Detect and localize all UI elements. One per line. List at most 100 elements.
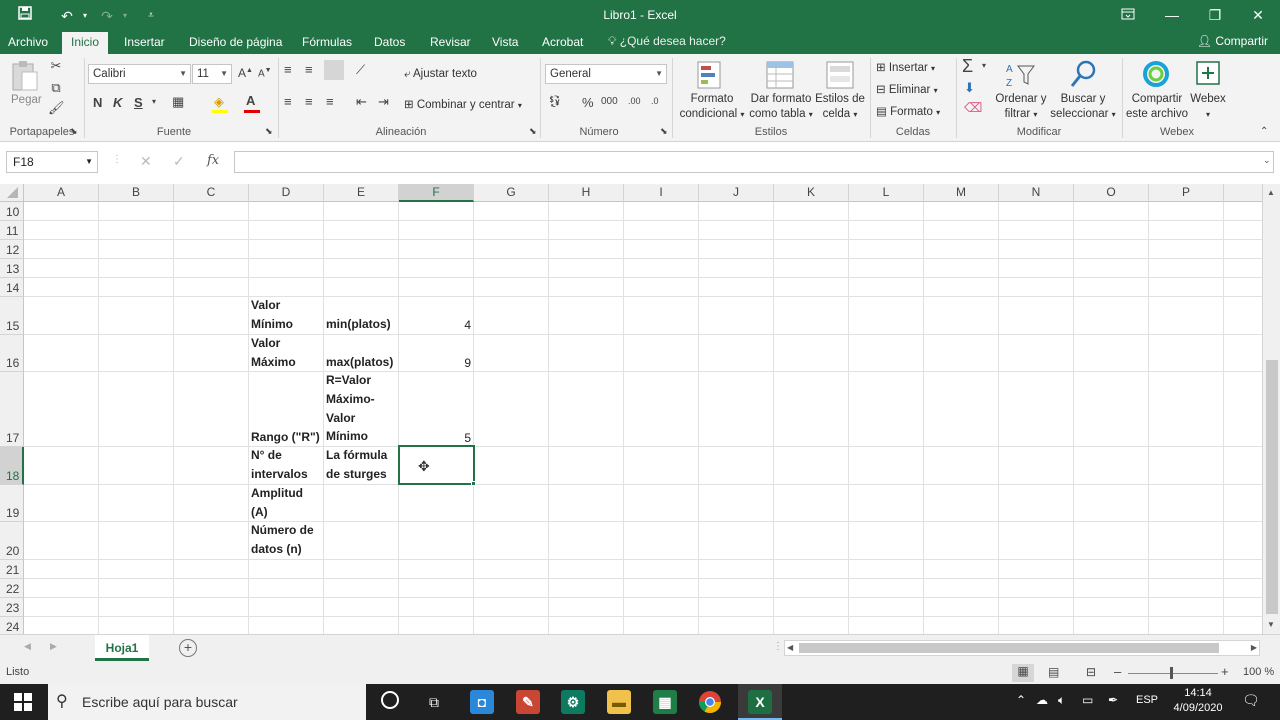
cell-e17[interactable]: R=Valor Máximo- Valor Mínimo: [324, 371, 398, 446]
cell-f15[interactable]: 4: [399, 318, 474, 332]
align-left-icon[interactable]: ≡: [284, 94, 292, 109]
row-header-14[interactable]: 14: [0, 278, 24, 297]
language-indicator[interactable]: ESP: [1136, 694, 1158, 706]
italic-button[interactable]: K: [113, 95, 122, 110]
scroll-left-icon[interactable]: ◀: [787, 641, 793, 655]
name-box[interactable]: F18 ▼: [6, 151, 98, 173]
column-header-k[interactable]: K: [774, 184, 849, 202]
format-cells-button[interactable]: ▤ Formato ▾: [876, 104, 940, 118]
align-top-icon[interactable]: ≡: [284, 62, 292, 77]
webex-add-icon[interactable]: [1195, 60, 1221, 89]
increase-decimal-icon[interactable]: .00: [628, 96, 641, 106]
bold-button[interactable]: N: [93, 95, 102, 110]
column-header-m[interactable]: M: [924, 184, 999, 202]
zoom-level[interactable]: 100 %: [1243, 666, 1274, 678]
column-header-o[interactable]: O: [1074, 184, 1149, 202]
column-header-d[interactable]: D: [249, 184, 324, 202]
share-file-icon[interactable]: [1142, 60, 1170, 91]
column-header-h[interactable]: H: [549, 184, 624, 202]
delete-cells-button[interactable]: ⊟ Eliminar ▾: [876, 82, 938, 96]
row-header-20[interactable]: 20: [0, 522, 24, 560]
normal-view-icon[interactable]: ▦: [1012, 664, 1034, 682]
cell-f17[interactable]: 5: [399, 431, 474, 445]
font-launcher-icon[interactable]: ⬊: [265, 126, 273, 137]
row-header-23[interactable]: 23: [0, 598, 24, 617]
scroll-up-icon[interactable]: ▲: [1267, 188, 1275, 197]
format-as-table-icon[interactable]: [766, 60, 796, 93]
copy-icon[interactable]: ⧉: [48, 80, 64, 96]
paste-icon[interactable]: [10, 60, 42, 96]
page-layout-view-icon[interactable]: ▤: [1048, 665, 1059, 679]
ribbon-display-options-icon[interactable]: [1106, 0, 1150, 30]
row-header-16[interactable]: 16: [0, 335, 24, 372]
grow-font-icon[interactable]: A▲: [238, 66, 253, 80]
cell-d19[interactable]: Amplitud (A): [249, 484, 323, 522]
webex-button[interactable]: Webex ▾: [1188, 92, 1228, 122]
display-icon[interactable]: ▭: [1082, 693, 1093, 707]
confirm-entry-icon[interactable]: ✓: [173, 153, 185, 170]
clock[interactable]: 14:14 4/09/2020: [1166, 686, 1230, 716]
page-break-view-icon[interactable]: ⊟: [1086, 665, 1096, 679]
zoom-out-icon[interactable]: –: [1114, 664, 1121, 679]
font-color-icon[interactable]: A: [246, 93, 255, 108]
app-paint-icon[interactable]: ✎: [516, 690, 540, 714]
collapse-ribbon-icon[interactable]: ⌃: [1260, 126, 1268, 137]
share-button[interactable]: 👤︎ Compartir: [1197, 34, 1268, 48]
cell-styles-button[interactable]: Estilos de celda ▾: [812, 92, 868, 122]
share-file-button[interactable]: Compartir este archivo: [1124, 92, 1190, 122]
row-header-15[interactable]: 15: [0, 297, 24, 335]
number-format-combo[interactable]: General ▼: [545, 64, 667, 84]
tab-acrobat[interactable]: Acrobat: [534, 32, 591, 54]
column-header-i[interactable]: I: [624, 184, 699, 202]
alignment-launcher-icon[interactable]: ⬊: [529, 126, 537, 137]
taskbar-search-box[interactable]: ⚲ Escribe aquí para buscar: [48, 684, 366, 720]
vertical-scroll-thumb[interactable]: [1266, 360, 1278, 614]
column-header-p[interactable]: P: [1149, 184, 1224, 202]
row-header-13[interactable]: 13: [0, 259, 24, 278]
format-painter-icon[interactable]: 🖌︎: [48, 100, 65, 116]
font-name-combo[interactable]: Calibri ▼: [88, 64, 191, 84]
row-header-24[interactable]: 24: [0, 617, 24, 634]
cell-d17[interactable]: Rango ("R"): [249, 428, 323, 447]
underline-button[interactable]: S: [134, 95, 143, 110]
cell-d15[interactable]: Valor Mínimo: [249, 296, 323, 334]
zoom-slider-thumb[interactable]: [1170, 667, 1173, 679]
volume-icon[interactable]: 🔈︎: [1058, 693, 1065, 708]
format-as-table-button[interactable]: Dar formato como tabla ▾: [746, 92, 816, 122]
show-hidden-icons[interactable]: ⌃: [1016, 693, 1026, 707]
tab-inicio[interactable]: Inicio: [62, 32, 109, 54]
align-right-icon[interactable]: ≡: [326, 94, 334, 109]
autosum-icon[interactable]: Σ: [962, 56, 973, 77]
fill-icon[interactable]: ⬇: [964, 80, 975, 96]
cancel-entry-icon[interactable]: ✕: [140, 153, 152, 170]
horizontal-scroll-thumb[interactable]: [799, 643, 1219, 653]
decrease-decimal-icon[interactable]: .0: [651, 96, 659, 106]
column-header-a[interactable]: A: [24, 184, 99, 202]
align-middle-icon[interactable]: ≡: [305, 62, 313, 77]
tab-formulas[interactable]: Fórmulas: [294, 32, 360, 54]
cell-e18[interactable]: La fórmula de sturges: [324, 446, 398, 484]
next-sheet-icon[interactable]: ▶: [50, 641, 57, 652]
scroll-down-icon[interactable]: ▼: [1267, 620, 1275, 629]
expand-formula-icon[interactable]: ⌄: [1263, 155, 1271, 166]
comma-style-icon[interactable]: 000: [601, 96, 618, 107]
increase-indent-icon[interactable]: ⇥: [378, 94, 389, 110]
find-icon[interactable]: [1068, 58, 1098, 93]
fill-color-icon[interactable]: ◈: [214, 94, 224, 110]
align-bottom-icon[interactable]: [324, 60, 344, 80]
app-calculator-icon[interactable]: ▦: [653, 690, 677, 714]
borders-icon[interactable]: ▦: [172, 94, 184, 110]
tab-archivo[interactable]: Archivo: [0, 32, 56, 54]
task-view-icon[interactable]: ⧉: [422, 690, 446, 714]
clipboard-launcher-icon[interactable]: ⬊: [70, 126, 78, 137]
chevron-down-icon[interactable]: ▾: [982, 61, 986, 70]
decrease-indent-icon[interactable]: ⇤: [356, 94, 367, 110]
row-header-19[interactable]: 19: [0, 485, 24, 522]
prev-sheet-icon[interactable]: ◀: [24, 641, 31, 652]
number-launcher-icon[interactable]: ⬊: [660, 126, 668, 137]
tab-datos[interactable]: Datos: [366, 32, 413, 54]
row-header-11[interactable]: 11: [0, 221, 24, 240]
windows-start-icon[interactable]: [14, 693, 32, 714]
column-header-c[interactable]: C: [174, 184, 249, 202]
column-header-e[interactable]: E: [324, 184, 399, 202]
